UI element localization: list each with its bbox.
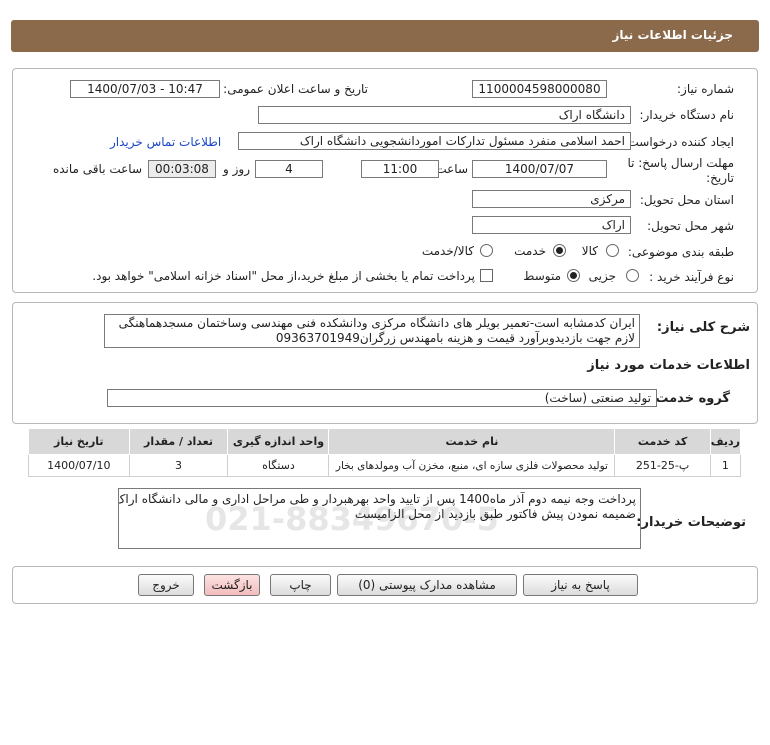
buyer-notes-line-1: پرداخت وجه نیمه دوم آذر ماه1400 پس از تا…	[118, 492, 636, 506]
requester-label: ایجاد کننده درخواست:	[623, 135, 734, 149]
print-button[interactable]: چاپ	[270, 574, 331, 596]
province-field: مرکزی	[472, 190, 631, 208]
category-option-goods-service: کالا/خدمت	[421, 244, 474, 258]
deadline-label: مهلت ارسال پاسخ: تا	[627, 156, 734, 170]
attachments-button[interactable]: مشاهده مدارک پیوستی (0)	[337, 574, 517, 596]
deadline-date-field: 1400/07/07	[472, 160, 607, 178]
announce-field: 1400/07/03 - 10:47	[70, 80, 220, 98]
buyer-notes-line-2: ضمیمه نمودن پیش فاکتور طبق بازدید از محل…	[354, 507, 636, 521]
announce-label: تاریخ و ساعت اعلان عمومی:	[223, 82, 368, 96]
description-box: ایران کدمشابه است-تعمیر بویلر های دانشگا…	[104, 314, 640, 348]
category-label: طبقه بندی موضوعی:	[627, 245, 734, 259]
deadline-time-field: 11:00	[361, 160, 439, 178]
need-number-field: 1100004598000080	[472, 80, 607, 98]
remaining-time-field: 00:03:08	[148, 160, 216, 178]
page-title: جزئیات اطلاعات نیاز	[612, 28, 733, 42]
city-field: اراک	[472, 216, 631, 234]
col-service-name: نام خدمت	[328, 428, 616, 455]
buyer-org-field: دانشگاه اراک	[258, 106, 631, 124]
col-need-date: تاریخ نیاز	[28, 428, 130, 455]
category-option-service: خدمت	[514, 244, 546, 258]
cell-row: 1	[709, 454, 742, 477]
cell-quantity: 3	[128, 454, 229, 477]
process-radio-minor[interactable]	[626, 269, 639, 282]
category-radio-goods-service[interactable]	[480, 244, 493, 257]
treasury-payment-checkbox[interactable]	[480, 269, 493, 282]
col-unit: واحد اندازه گیری	[227, 428, 330, 455]
process-option-minor: جزیی	[588, 269, 616, 283]
remaining-label: ساعت باقی مانده	[52, 162, 142, 176]
days-field: 4	[255, 160, 323, 178]
buyer-notes-box: پرداخت وجه نیمه دوم آذر ماه1400 پس از تا…	[118, 488, 641, 549]
service-group-field: تولید صنعتی (ساخت)	[107, 389, 657, 407]
province-label: استان محل تحویل:	[639, 193, 734, 207]
cell-service-code: پ-25-251	[614, 454, 711, 477]
description-label: شرح کلی نیاز:	[656, 320, 750, 335]
services-section-title: اطلاعات خدمات مورد نیاز	[587, 358, 750, 373]
buyer-notes-label: توضیحات خریدار:	[636, 515, 746, 530]
back-button[interactable]: بازگشت	[204, 574, 260, 596]
category-option-goods: کالا	[581, 244, 598, 258]
deadline-label-2: تاریخ:	[706, 171, 734, 185]
description-line-2: لازم جهت بازدیدوبرآورد قیمت و هزینه بامه…	[275, 331, 635, 345]
category-radio-service[interactable]	[553, 244, 566, 257]
category-radio-goods[interactable]	[606, 244, 619, 257]
description-line-1: ایران کدمشابه است-تعمیر بویلر های دانشگا…	[118, 316, 635, 330]
service-group-label: گروه خدمت:	[650, 391, 730, 406]
col-quantity: تعداد / مقدار	[128, 428, 229, 455]
reply-button[interactable]: پاسخ به نیاز	[523, 574, 638, 596]
process-option-medium: متوسط	[523, 269, 561, 283]
table-row: 1 پ-25-251 تولید محصولات فلزی سازه ای، م…	[28, 454, 742, 477]
services-table: ردیف کد خدمت نام خدمت واحد اندازه گیری ت…	[28, 428, 742, 477]
page-header: جزئیات اطلاعات نیاز	[11, 20, 759, 52]
cell-unit: دستگاه	[227, 454, 330, 477]
cell-service-name: تولید محصولات فلزی سازه ای، منبع، مخزن آ…	[328, 454, 616, 477]
days-label: روز و	[223, 162, 250, 176]
col-row: ردیف	[709, 428, 742, 455]
requester-field: احمد اسلامی منفرد مسئول تدارکات اموردانش…	[238, 132, 631, 150]
treasury-payment-text: پرداخت تمام یا بخشی از مبلغ خرید،از محل …	[92, 269, 475, 283]
process-label: نوع فرآیند خرید :	[649, 270, 734, 284]
buyer-org-label: نام دستگاه خریدار:	[639, 108, 735, 122]
table-header-row: ردیف کد خدمت نام خدمت واحد اندازه گیری ت…	[28, 428, 742, 455]
process-radio-medium[interactable]	[567, 269, 580, 282]
need-number-label: شماره نیاز:	[677, 82, 734, 96]
info-panel	[12, 68, 758, 293]
deadline-time-label: ساعت	[435, 162, 468, 176]
col-service-code: کد خدمت	[614, 428, 711, 455]
buyer-contact-link[interactable]: اطلاعات تماس خریدار	[110, 135, 221, 149]
city-label: شهر محل تحویل:	[647, 219, 734, 233]
exit-button[interactable]: خروج	[138, 574, 194, 596]
cell-need-date: 1400/07/10	[28, 454, 130, 477]
